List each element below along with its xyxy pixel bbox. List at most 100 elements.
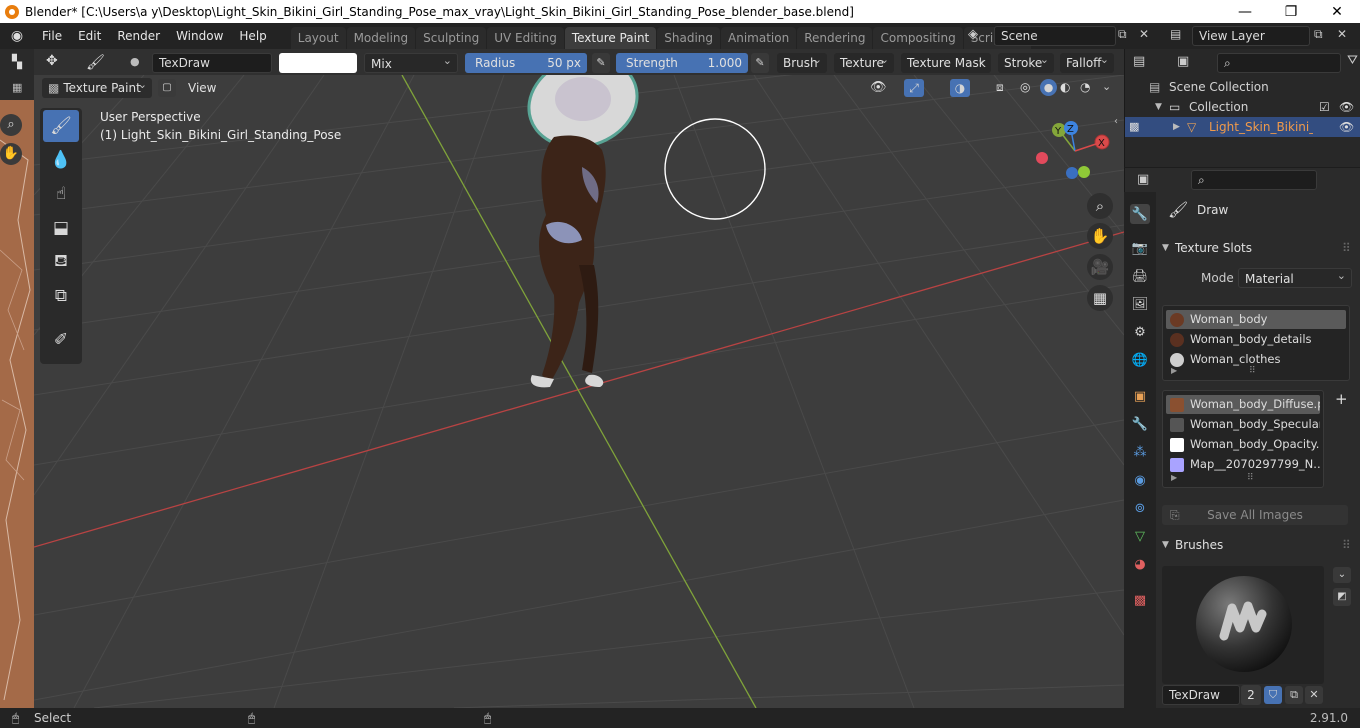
clone-tool-icon[interactable]: ⬓ [43, 212, 79, 244]
brush-list-dropdown-icon[interactable]: ⌄ [1333, 567, 1351, 583]
scene-name-field[interactable]: Scene [994, 26, 1116, 46]
collection-expand-icon[interactable]: ▼ [1155, 97, 1162, 117]
save-all-images-button[interactable]: ⎘ Save All Images [1162, 505, 1348, 525]
scene-icon[interactable]: ◈ [968, 27, 978, 42]
properties-search-field[interactable]: ⌕ [1191, 170, 1317, 190]
annotate-tool-icon[interactable]: ✐ [43, 324, 79, 356]
texture-slot-mode-dropdown[interactable]: Material [1238, 266, 1352, 288]
fill-tool-icon[interactable]: ⛾ [43, 246, 79, 278]
checker-icon[interactable]: ▦ [12, 81, 22, 94]
object-expand-icon[interactable]: ▶ [1173, 117, 1180, 137]
pan-icon[interactable]: ✋ [0, 143, 22, 165]
xray-toggle-icon[interactable]: ⧈ [996, 80, 1004, 95]
texture-slots-panel-header[interactable]: ▼ Texture Slots ⠿ [1156, 236, 1360, 260]
tool-settings-icon[interactable]: ✥ [46, 53, 58, 69]
brush-preview[interactable] [1162, 566, 1324, 684]
render-tab-icon[interactable]: 📷 [1130, 238, 1150, 258]
close-icon[interactable]: ✕ [1314, 0, 1360, 23]
view-layer-field[interactable]: View Layer [1192, 26, 1310, 46]
properties-editor-icon[interactable]: ▣ [1137, 172, 1149, 187]
tab-modeling[interactable]: Modeling [346, 27, 416, 49]
active-tool-tab-icon[interactable]: 🔧 [1130, 204, 1150, 224]
menu-window[interactable]: Window [168, 23, 231, 49]
menu-file[interactable]: File [34, 23, 70, 49]
outliner-editor-icon[interactable]: ▤ [1133, 54, 1145, 69]
zoom-icon[interactable]: ⌕ [0, 114, 22, 136]
tab-rendering[interactable]: Rendering [797, 27, 873, 49]
list-expand-icon[interactable]: ▶ [1171, 366, 1177, 375]
zoom-view-icon[interactable]: ⌕ [1087, 193, 1113, 219]
list-resize-icon[interactable]: ⠿ [1247, 473, 1254, 483]
menu-help[interactable]: Help [231, 23, 274, 49]
blender-menu-icon[interactable]: ◉ [0, 28, 34, 44]
editor-type-icon[interactable]: ▚ [12, 55, 22, 70]
filter-icon[interactable]: ⛛ [1347, 53, 1358, 68]
list-resize-icon[interactable]: ⠿ [1249, 366, 1256, 376]
tab-animation[interactable]: Animation [721, 27, 797, 49]
output-tab-icon[interactable]: 🖨 [1130, 266, 1150, 286]
brush-browse-icon[interactable]: ● [130, 55, 140, 68]
tab-layout[interactable]: Layout [290, 27, 346, 49]
pan-view-icon[interactable]: ✋ [1087, 223, 1113, 249]
radius-pressure-icon[interactable]: ✎ [592, 53, 610, 73]
maximize-icon[interactable]: ❐ [1268, 0, 1314, 23]
camera-view-icon[interactable]: 🎥 [1087, 254, 1113, 280]
outliner-collection[interactable]: ▼ ▭ Collection ☑ 👁 [1125, 97, 1360, 117]
list-item[interactable]: Woman_body_details [1166, 330, 1346, 349]
remove-scene-icon[interactable]: ✕ [1139, 27, 1149, 41]
collection-visibility-icon[interactable]: 👁 [1339, 97, 1354, 117]
texture-menu[interactable]: Texture [834, 50, 894, 73]
scene-tab-icon[interactable]: ⚙ [1130, 322, 1150, 342]
fake-user-shield-icon[interactable]: ⛉ [1264, 686, 1282, 704]
tab-shading[interactable]: Shading [657, 27, 720, 49]
perspective-toggle-icon[interactable]: ▦ [1087, 285, 1113, 311]
mask-tool-icon[interactable]: ⧉ [43, 280, 79, 312]
outliner-scene-collection[interactable]: ▤ Scene Collection [1125, 77, 1360, 97]
minimize-icon[interactable]: — [1222, 0, 1268, 23]
object-visibility-icon[interactable]: 👁 [1339, 117, 1354, 137]
exclude-checkbox-icon[interactable]: ☑ [1319, 97, 1330, 117]
menu-edit[interactable]: Edit [70, 23, 109, 49]
material-shading-icon[interactable]: ◐ [1060, 80, 1070, 94]
tab-texture-paint[interactable]: Texture Paint [564, 27, 657, 49]
mask-toggle-icon[interactable]: ▢ [158, 79, 176, 97]
shading-options-icon[interactable]: ⌄ [1102, 80, 1111, 93]
viewport-3d[interactable] [34, 75, 1124, 708]
add-image-icon[interactable]: + [1335, 390, 1348, 408]
brush-image-icon[interactable]: ◩ [1333, 588, 1351, 606]
panel-drag-icon[interactable]: ⠿ [1342, 533, 1351, 557]
navigation-gizmo[interactable]: Y Z X [1030, 118, 1120, 182]
unlink-brush-icon[interactable]: ✕ [1305, 686, 1323, 704]
duplicate-scene-icon[interactable]: ⧉ [1118, 27, 1127, 42]
radius-slider[interactable]: Radius 50 px [465, 53, 587, 73]
list-item[interactable]: Woman_clothes [1166, 350, 1346, 369]
solid-shading-icon[interactable]: ● [1040, 79, 1057, 96]
menu-render[interactable]: Render [109, 23, 168, 49]
draw-tool-icon[interactable]: 🖌 [43, 110, 79, 142]
list-item[interactable]: Woman_body [1166, 310, 1346, 329]
outliner-object-row[interactable]: ▩ ▶ ▽ Light_Skin_Bikini_Girl_Standing_Po… [1125, 117, 1360, 137]
falloff-menu[interactable]: Falloff [1060, 50, 1114, 73]
outliner-search-field[interactable]: ⌕ [1217, 53, 1341, 73]
mode-dropdown[interactable]: ▩ Texture Paint [42, 75, 152, 98]
list-item[interactable]: Woman_body_Diffuse.p... [1166, 395, 1320, 414]
brushes-panel-header[interactable]: ▼ Brushes ⠿ [1156, 533, 1360, 557]
constraints-tab-icon[interactable]: ⊚ [1130, 498, 1150, 518]
strength-slider[interactable]: Strength 1.000 [616, 53, 748, 73]
display-mode-icon[interactable]: ▣ [1177, 54, 1189, 69]
tab-uv-editing[interactable]: UV Editing [487, 27, 564, 49]
data-tab-icon[interactable]: ▽ [1130, 526, 1150, 546]
tab-compositing[interactable]: Compositing [873, 27, 963, 49]
list-item[interactable]: Woman_body_Opacity.... [1166, 435, 1320, 454]
stroke-menu[interactable]: Stroke [998, 50, 1054, 73]
brush-name-field[interactable]: TexDraw [152, 53, 272, 73]
strength-pressure-icon[interactable]: ✎ [751, 53, 769, 73]
particles-tab-icon[interactable]: ⁂ [1130, 442, 1150, 462]
texture-mask-menu[interactable]: Texture Mask [901, 50, 991, 73]
world-tab-icon[interactable]: 🌐 [1130, 350, 1150, 370]
modifier-tab-icon[interactable]: 🔧 [1130, 414, 1150, 434]
rendered-shading-icon[interactable]: ◔ [1080, 80, 1090, 94]
gizmo-toggle-icon[interactable]: ⤢ [904, 79, 924, 97]
brush-color-swatch[interactable] [279, 53, 357, 73]
object-tab-icon[interactable]: ▣ [1130, 386, 1150, 406]
